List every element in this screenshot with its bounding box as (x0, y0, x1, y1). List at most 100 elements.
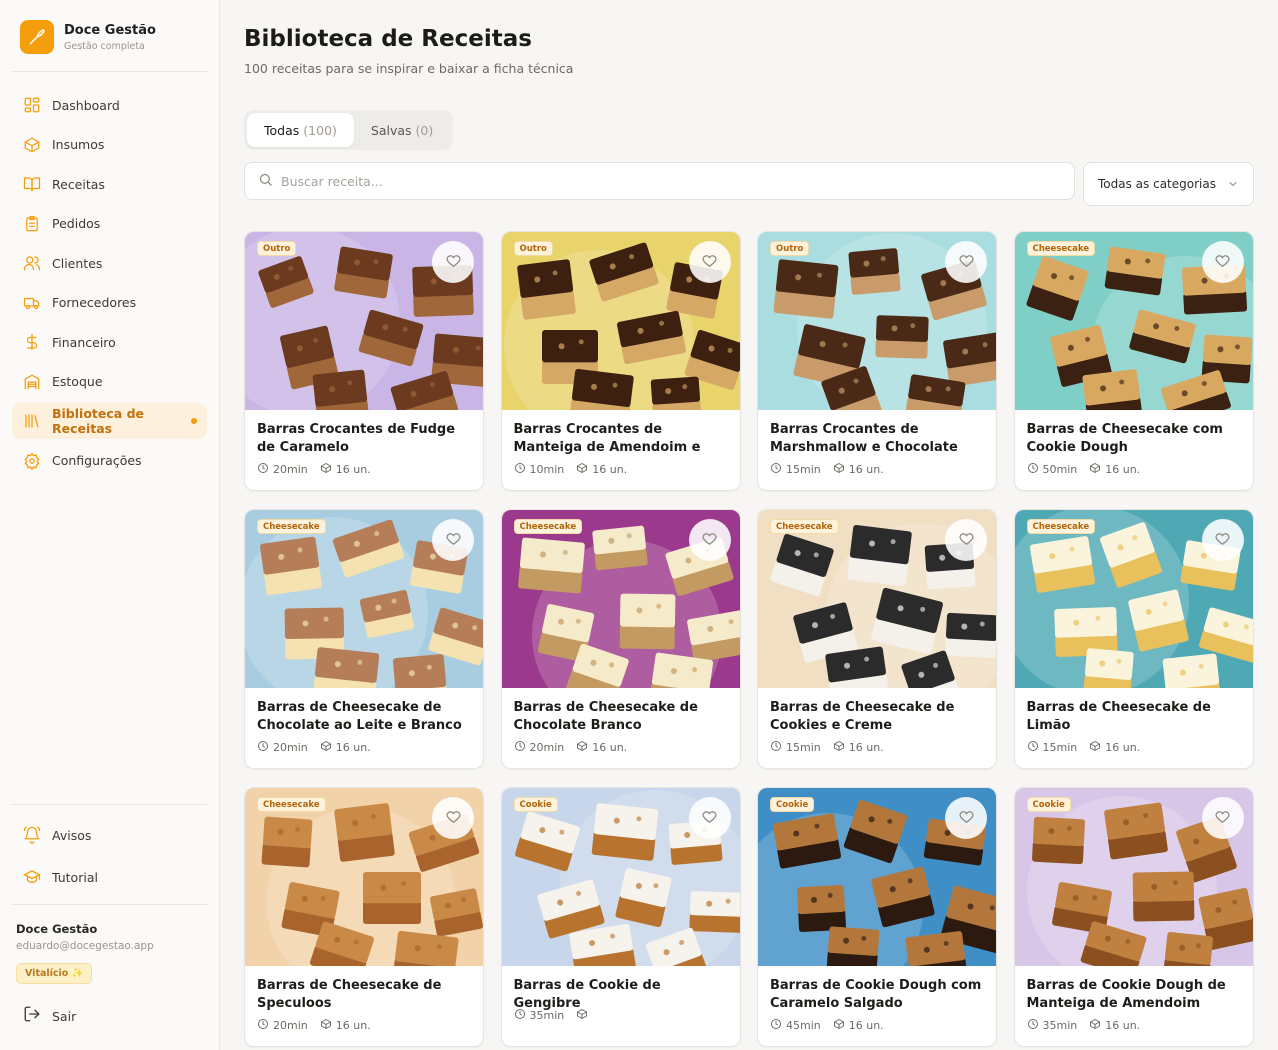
recipe-card[interactable]: Cheesecake Barras de Cheesecake de Chocol… (244, 509, 484, 769)
prep-time: 45min (770, 1018, 821, 1033)
heart-icon (958, 252, 975, 273)
sidebar-item-label: Estoque (52, 374, 103, 389)
recipe-meta: 35min (514, 1008, 605, 1023)
package-icon (576, 462, 588, 477)
category-badge: Cookie (1026, 797, 1071, 812)
category-badge: Cheesecake (1026, 241, 1096, 256)
recipe-card[interactable]: Cookie Barras de Cookie Dough com Caramel… (757, 787, 997, 1047)
recipe-card[interactable]: Cookie Barras de Cookie Dough de Manteiga… (1013, 787, 1254, 1047)
favorite-button[interactable] (1201, 519, 1244, 561)
package-icon (833, 462, 845, 477)
favorite-button[interactable] (945, 519, 987, 561)
yield-value: 16 un. (1105, 1019, 1141, 1032)
sidebar-item-estoque[interactable]: Estoque (12, 364, 207, 400)
yield: 16 un. (833, 740, 884, 755)
favorite-button[interactable] (1201, 797, 1244, 839)
recipe-card[interactable]: Outro Barras Crocantes de Fudge de Carame… (244, 231, 484, 491)
category-select[interactable]: Todas as categorias (1083, 162, 1254, 206)
favorite-button[interactable] (688, 519, 731, 561)
recipe-card[interactable]: Outro Barras Crocantes de Marshmallow e C… (757, 231, 997, 491)
logout-button[interactable]: Sair (12, 998, 207, 1034)
library-icon (23, 412, 41, 430)
package-icon (1089, 740, 1101, 755)
recipe-title: Barras de Cheesecake de Chocolate ao Lei… (257, 700, 462, 733)
yield: 16 un. (320, 740, 371, 755)
yield-value: 16 un. (848, 463, 884, 476)
yield: 16 un. (320, 462, 371, 477)
prep-time-value: 20min (273, 741, 308, 754)
yield: 16 un. (1089, 740, 1140, 755)
favorite-button[interactable] (1201, 241, 1244, 283)
recipe-title: Barras de Cheesecake com Cookie Dough (1026, 422, 1223, 455)
yield: 16 un. (1089, 1018, 1140, 1033)
page-title: Biblioteca de Receitas (244, 26, 532, 52)
favorite-button[interactable] (945, 241, 987, 283)
graduation-cap-icon (23, 868, 41, 886)
recipe-card[interactable]: Cheesecake Barras de Cheesecake com Cooki… (1013, 231, 1254, 491)
yield-value: 16 un. (1105, 463, 1141, 476)
favorite-button[interactable] (432, 797, 474, 839)
prep-time-value: 15min (786, 463, 821, 476)
yield-value: 16 un. (592, 741, 628, 754)
tab-count: (100) (303, 122, 337, 138)
recipe-card[interactable]: Cheesecake Barras de Cheesecake de Chocol… (500, 509, 741, 769)
recipe-title: Barras Crocantes de Manteiga de Amendoim… (513, 422, 701, 455)
book-open-icon (23, 175, 41, 193)
category-badge: Cheesecake (513, 519, 583, 534)
clock-icon (514, 740, 526, 755)
yield: 16 un. (576, 740, 627, 755)
recipe-meta: 10min 16 un. (514, 462, 640, 477)
yield: 16 un. (576, 462, 627, 477)
search-input[interactable] (281, 173, 1041, 189)
prep-time-value: 10min (529, 463, 565, 476)
favorite-button[interactable] (432, 519, 474, 561)
favorite-button[interactable] (945, 797, 987, 839)
favorite-button[interactable] (432, 241, 474, 283)
sidebar-item-dashboard[interactable]: Dashboard (12, 87, 207, 123)
recipe-card[interactable]: Cheesecake Barras de Cheesecake de Cookie… (757, 509, 997, 769)
recipe-title: Barras Crocantes de Marshmallow e Chocol… (770, 422, 958, 455)
gear-icon (23, 452, 41, 470)
recipe-title: Barras Crocantes de Fudge de Caramelo (257, 422, 456, 455)
clock-icon (257, 740, 269, 755)
recipe-title: Barras de Cheesecake de Speculoos (257, 978, 442, 1011)
sidebar-item-configura-es[interactable]: Configurações (12, 443, 207, 479)
logout-icon (23, 1005, 41, 1027)
sidebar-item-insumos[interactable]: Insumos (12, 127, 207, 163)
recipe-card[interactable]: Cookie Barras de Cookie de Gengibre 35min (500, 787, 741, 1047)
recipe-meta: 20min 16 un. (257, 1018, 383, 1033)
clock-icon (257, 462, 269, 477)
favorite-button[interactable] (688, 797, 731, 839)
recipe-card[interactable]: Cheesecake Barras de Cheesecake de Limão 1… (1013, 509, 1254, 769)
sidebar-item-tutorial[interactable]: Tutorial (12, 858, 207, 896)
recipe-card[interactable]: Outro Barras Crocantes de Manteiga de Ame… (500, 231, 741, 491)
whisk-logo-icon (20, 20, 54, 54)
recipe-card[interactable]: Cheesecake Barras de Cheesecake de Specul… (244, 787, 484, 1047)
recipe-meta: 45min 16 un. (770, 1018, 896, 1033)
yield-value: 16 un. (335, 463, 371, 476)
app-tagline: Gestão completa (64, 40, 145, 52)
category-badge: Outro (770, 241, 810, 256)
box-icon (23, 136, 41, 154)
sidebar-item-label: Financeiro (52, 334, 116, 350)
user-email: eduardo@docegestao.app (16, 940, 154, 952)
users-icon (23, 254, 41, 272)
category-badge: Outro (257, 241, 297, 256)
sidebar-item-pedidos[interactable]: Pedidos (12, 206, 207, 242)
recipe-title: Barras de Cookie Dough de Manteiga de Am… (1026, 978, 1226, 1011)
search-box (244, 162, 1075, 200)
sidebar-item-fornecedores[interactable]: Fornecedores (12, 285, 207, 321)
brand[interactable]: Doce Gestão Gestão completa (20, 20, 156, 54)
favorite-button[interactable] (688, 241, 731, 283)
yield: 16 un. (1089, 462, 1140, 477)
tab-salvas[interactable]: Salvas (0) (354, 113, 450, 147)
prep-time-value: 20min (273, 1019, 308, 1032)
recipe-title: Barras de Cookie Dough com Caramelo Salg… (770, 978, 982, 1011)
sidebar-item-biblioteca-de-receitas[interactable]: Biblioteca de Receitas (12, 403, 207, 439)
sidebar-item-label: Biblioteca de Receitas (52, 406, 144, 436)
sidebar-item-receitas[interactable]: Receitas (12, 166, 207, 202)
sidebar-item-clientes[interactable]: Clientes (12, 245, 207, 281)
sidebar-item-avisos[interactable]: Avisos (12, 816, 207, 854)
tab-todas[interactable]: Todas (100) (247, 113, 354, 147)
sidebar-item-financeiro[interactable]: Financeiro (12, 324, 207, 360)
